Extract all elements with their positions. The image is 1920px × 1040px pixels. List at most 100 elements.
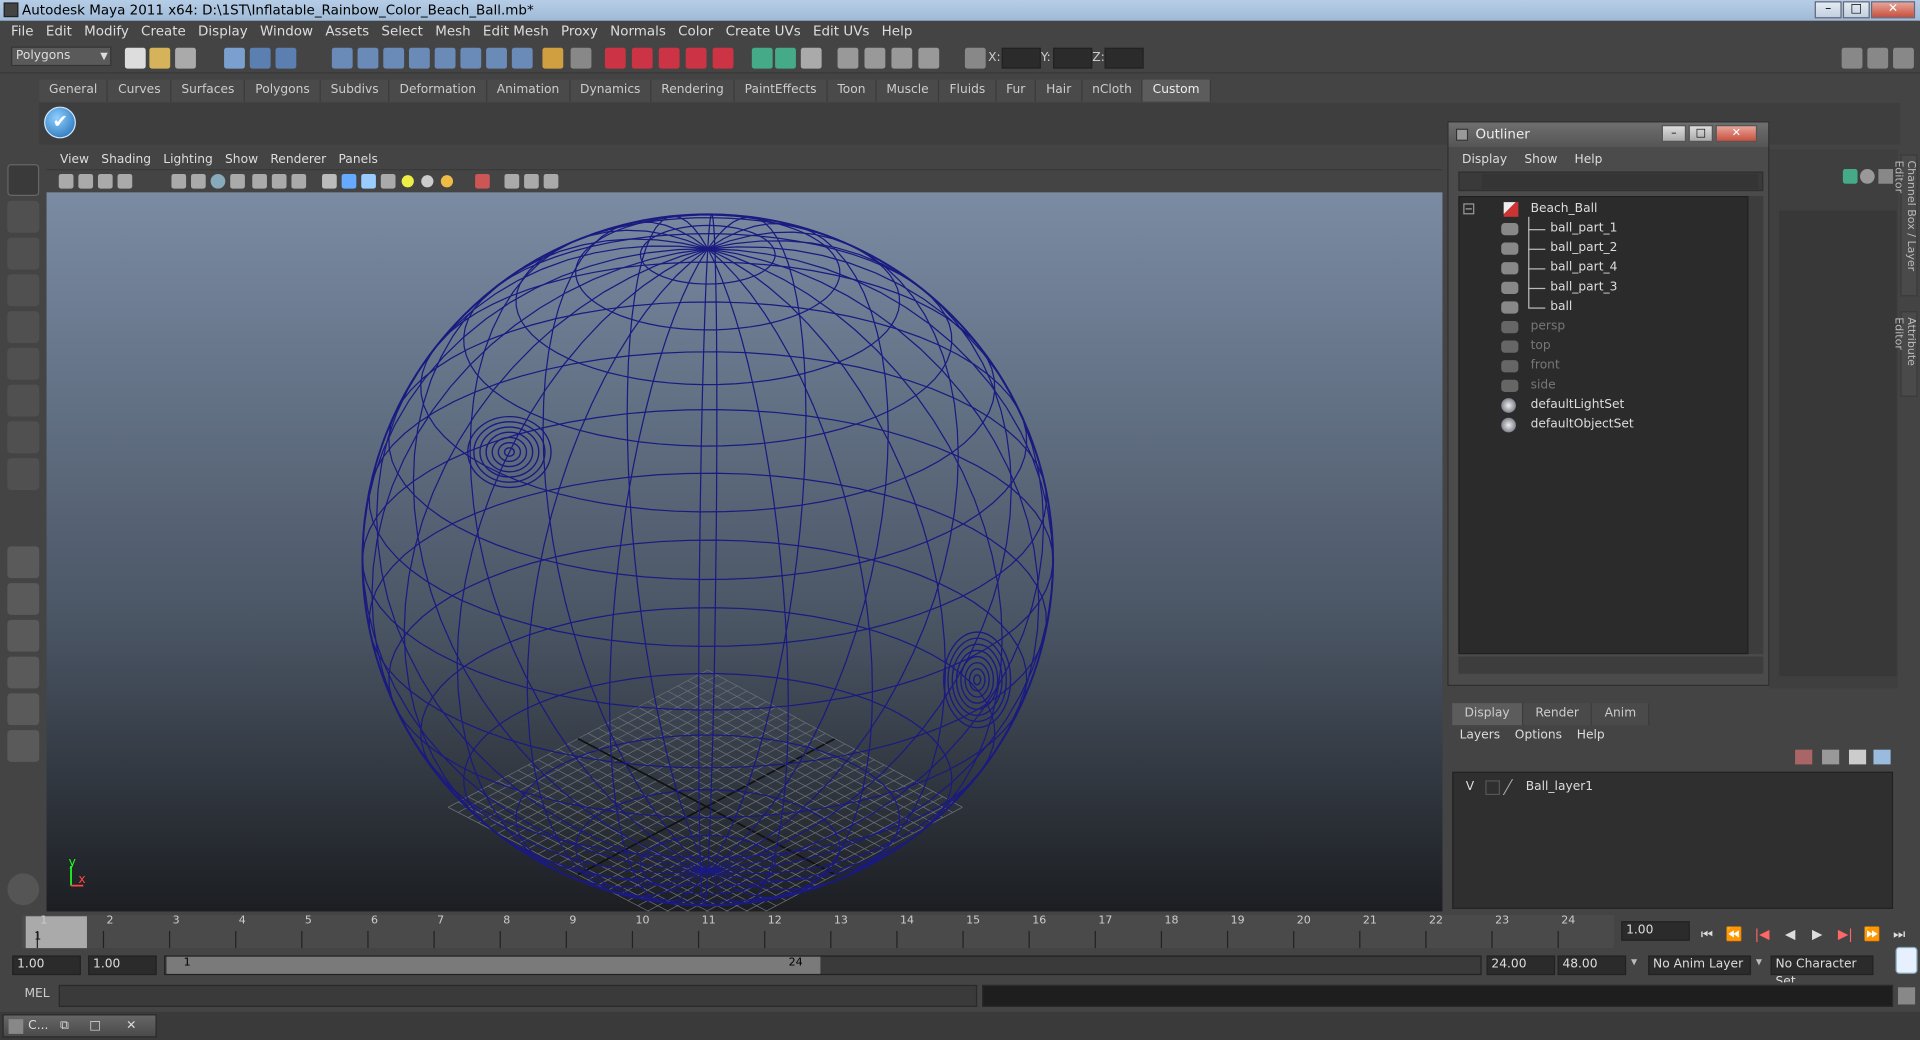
- toggle-attribute-editor-icon[interactable]: [1841, 47, 1863, 69]
- y-field[interactable]: [1053, 47, 1093, 69]
- render-view-icon[interactable]: [712, 47, 734, 69]
- outliner-close-button[interactable]: ✕: [1715, 124, 1758, 143]
- menu-modify[interactable]: Modify: [78, 21, 135, 43]
- character-set-dropdown[interactable]: No Character Set: [1770, 955, 1874, 989]
- outliner-item-ball[interactable]: ball: [1460, 298, 1749, 318]
- restore-icon[interactable]: ⧉: [60, 1016, 69, 1037]
- minimized-window[interactable]: C... ⧉ □ ✕: [2, 1014, 157, 1038]
- menu-assets[interactable]: Assets: [319, 21, 375, 43]
- shelf-tab-ncloth[interactable]: nCloth: [1082, 79, 1143, 102]
- graph-persp-layout-icon[interactable]: [7, 656, 40, 689]
- paint-brush-icon[interactable]: [7, 873, 40, 906]
- layer-row[interactable]: V Ball_layer1: [1458, 778, 1889, 798]
- new-layer-icon[interactable]: [1822, 749, 1840, 765]
- menu-edit-mesh[interactable]: Edit Mesh: [477, 21, 555, 43]
- menu-help[interactable]: Help: [876, 21, 919, 43]
- step-back-frame-icon[interactable]: |◀: [1750, 926, 1774, 943]
- outliner-item-default-light-set[interactable]: defaultLightSet: [1460, 396, 1749, 416]
- menu-edit[interactable]: Edit: [40, 21, 78, 43]
- outliner-persp-layout-icon[interactable]: [7, 619, 40, 652]
- viewport-toolbar-icons[interactable]: [47, 170, 586, 192]
- outliner-list[interactable]: − Beach_Ball ball_part_1 ball_part_2 bal…: [1458, 195, 1749, 655]
- transform-toggle-icon[interactable]: [837, 47, 859, 69]
- layer-type-toggle[interactable]: [1485, 780, 1501, 796]
- outliner-menu-show[interactable]: Show: [1516, 153, 1566, 166]
- channel-options-icon[interactable]: [1860, 169, 1875, 184]
- menu-select[interactable]: Select: [375, 21, 429, 43]
- start-time-field[interactable]: 1.00: [12, 955, 81, 976]
- shelf-tab-subdivs[interactable]: Subdivs: [320, 79, 390, 102]
- time-slider[interactable]: 1 12345678910111213141516171819202122232…: [12, 913, 1622, 951]
- step-forward-key-icon[interactable]: ⏩: [1860, 926, 1884, 943]
- outliner-item-side[interactable]: side: [1460, 376, 1749, 396]
- history-icon[interactable]: [460, 47, 482, 69]
- layer-menu-options[interactable]: Options: [1507, 728, 1569, 745]
- shelf-tab-dynamics[interactable]: Dynamics: [570, 79, 652, 102]
- viewport-menu-panels[interactable]: Panels: [332, 153, 384, 166]
- move-tool-icon[interactable]: [7, 274, 40, 307]
- auto-key-icon[interactable]: [1895, 946, 1918, 974]
- input-output-icon[interactable]: [751, 47, 773, 69]
- outliner-minimize-button[interactable]: –: [1661, 124, 1687, 143]
- step-forward-frame-icon[interactable]: ▶|: [1833, 926, 1857, 943]
- lasso-tool-icon[interactable]: [7, 200, 40, 233]
- render-frame-icon[interactable]: [604, 47, 626, 69]
- layer-tab-anim[interactable]: Anim: [1592, 703, 1650, 726]
- shelf-tab-painteffects[interactable]: PaintEffects: [734, 79, 828, 102]
- menu-color[interactable]: Color: [672, 21, 719, 43]
- end-time-field[interactable]: 48.00: [1557, 955, 1627, 976]
- menu-file[interactable]: File: [5, 21, 40, 43]
- current-time-field[interactable]: 1.00: [1621, 921, 1690, 941]
- paint-select-tool-icon[interactable]: [7, 237, 40, 270]
- ipr-render-icon[interactable]: [631, 47, 653, 69]
- shelf-tab-hair[interactable]: Hair: [1036, 79, 1083, 102]
- viewport-menu-renderer[interactable]: Renderer: [264, 153, 332, 166]
- maximize-icon[interactable]: □: [89, 1016, 101, 1037]
- anim-layer-dropdown[interactable]: No Anim Layer: [1648, 955, 1752, 976]
- shelf-tab-fluids[interactable]: Fluids: [939, 79, 997, 102]
- select-by-object-icon[interactable]: [249, 47, 271, 69]
- viewport-menu-show[interactable]: Show: [219, 153, 264, 166]
- toggle-tool-settings-icon[interactable]: [1867, 47, 1889, 69]
- layer-menu-help[interactable]: Help: [1569, 728, 1612, 745]
- render-settings-icon[interactable]: [658, 47, 680, 69]
- channel-box-icon[interactable]: [800, 47, 822, 69]
- shelf-tab-deformation[interactable]: Deformation: [389, 79, 488, 102]
- select-by-hierarchy-icon[interactable]: [224, 47, 245, 69]
- shelf-tab-muscle[interactable]: Muscle: [876, 79, 940, 102]
- select-tool-icon[interactable]: [7, 164, 40, 196]
- four-view-layout-icon[interactable]: [7, 583, 40, 615]
- close-button[interactable]: ✕: [1871, 1, 1916, 19]
- menuset-dropdown[interactable]: Polygons ▼: [11, 46, 112, 67]
- outliner-horizontal-scrollbar[interactable]: [1458, 656, 1764, 674]
- range-bar-handle[interactable]: 1 24: [166, 956, 821, 974]
- outliner-menu-display[interactable]: Display: [1453, 153, 1515, 166]
- shelf-tab-general[interactable]: General: [39, 79, 109, 102]
- new-layer-selected-icon[interactable]: [1795, 749, 1813, 765]
- outliner-maximize-button[interactable]: □: [1688, 124, 1714, 143]
- menu-mesh[interactable]: Mesh: [429, 21, 477, 43]
- rename-icon[interactable]: [918, 47, 940, 69]
- new-scene-icon[interactable]: [124, 47, 146, 69]
- script-editor-icon[interactable]: [1897, 987, 1916, 1005]
- relative-transform-icon[interactable]: [864, 47, 886, 69]
- menu-display[interactable]: Display: [192, 21, 254, 43]
- layer-move-down-icon[interactable]: [1873, 749, 1891, 765]
- outliner-item-ball-part-4[interactable]: ball_part_4: [1460, 258, 1749, 278]
- close-icon[interactable]: ✕: [126, 1016, 136, 1037]
- outliner-item-beach-ball[interactable]: − Beach_Ball: [1460, 200, 1749, 220]
- shelf-tab-custom[interactable]: Custom: [1142, 79, 1211, 102]
- minimize-button[interactable]: –: [1814, 1, 1842, 19]
- select-by-component-icon[interactable]: [275, 47, 297, 69]
- perspective-viewport[interactable]: View Shading Lighting Show Renderer Pane…: [46, 149, 1443, 912]
- single-perspective-layout-icon[interactable]: [7, 546, 40, 579]
- side-tab-channel-box[interactable]: Channel Box / Layer Editor: [1892, 154, 1918, 297]
- collapse-icon[interactable]: −: [1463, 203, 1475, 215]
- trax-layout-icon[interactable]: [7, 730, 40, 762]
- play-backwards-icon[interactable]: ◀: [1778, 926, 1802, 943]
- outliner-item-ball-part-1[interactable]: ball_part_1: [1460, 219, 1749, 239]
- viewport-menu-view[interactable]: View: [54, 153, 95, 166]
- outliner-item-default-object-set[interactable]: defaultObjectSet: [1460, 415, 1749, 435]
- go-to-end-icon[interactable]: ⏭: [1887, 926, 1911, 943]
- shelf-tab-rendering[interactable]: Rendering: [651, 79, 735, 102]
